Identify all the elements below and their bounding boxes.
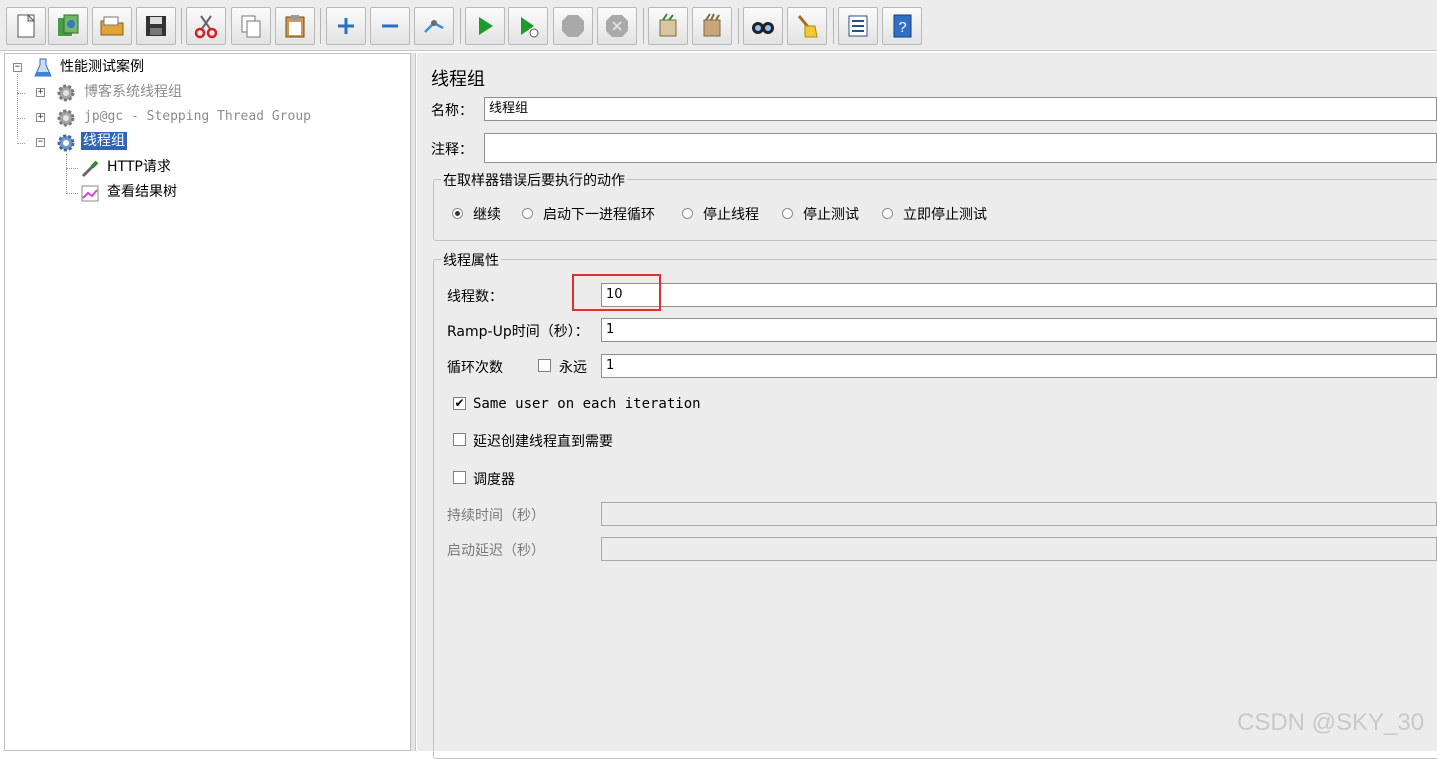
- save-icon[interactable]: [136, 7, 176, 45]
- watermark: CSDN @SKY_30: [1237, 709, 1425, 736]
- collapse-icon[interactable]: [370, 7, 410, 45]
- clear-all-icon[interactable]: [692, 7, 732, 45]
- comment-label: 注释：: [431, 142, 473, 158]
- sampler-error-group-title: 在取样器错误后要执行的动作: [441, 170, 627, 190]
- gear-icon: [57, 134, 75, 152]
- help-icon[interactable]: ?: [882, 7, 922, 45]
- sampler-pipette-icon: [81, 160, 99, 178]
- scheduler-checkbox[interactable]: [453, 471, 466, 484]
- radio-stop-test-now[interactable]: [882, 208, 893, 219]
- radio-stop-test[interactable]: [782, 208, 793, 219]
- startup-delay-label: 启动延迟（秒）: [447, 543, 545, 559]
- templates-icon[interactable]: [48, 7, 88, 45]
- start-icon[interactable]: [465, 7, 505, 45]
- loop-count-field[interactable]: 1: [601, 354, 1437, 378]
- cut-icon[interactable]: [186, 7, 226, 45]
- radio-continue-label: 继续: [473, 207, 501, 223]
- start-no-pauses-icon[interactable]: [508, 7, 548, 45]
- rampup-label: Ramp-Up时间（秒）：: [447, 324, 589, 340]
- gear-icon: [57, 84, 75, 102]
- comment-field[interactable]: [484, 133, 1437, 163]
- clear-icon[interactable]: [648, 7, 688, 45]
- shutdown-icon[interactable]: [597, 7, 637, 45]
- radio-stop-thread-label: 停止线程: [703, 207, 759, 223]
- name-label: 名称：: [431, 103, 473, 119]
- radio-start-next-loop[interactable]: [522, 208, 533, 219]
- radio-stop-thread[interactable]: [682, 208, 693, 219]
- toolbar: ?: [0, 0, 1437, 51]
- open-icon[interactable]: [92, 7, 132, 45]
- function-helper-icon[interactable]: [838, 7, 878, 45]
- tree-item-blog-thread-group[interactable]: 博客系统线程组: [84, 83, 182, 101]
- stop-icon[interactable]: [553, 7, 593, 45]
- tree-item-view-results-tree[interactable]: 查看结果树: [107, 183, 177, 201]
- scheduler-label: 调度器: [473, 472, 515, 488]
- test-plan-icon: [34, 58, 52, 77]
- tree-root-label[interactable]: 性能测试案例: [60, 58, 144, 76]
- delay-thread-creation-label: 延迟创建线程直到需要: [473, 434, 613, 450]
- name-field[interactable]: 线程组: [484, 97, 1437, 121]
- tree-item-http-request[interactable]: HTTP请求: [107, 158, 171, 176]
- expander-item-2[interactable]: +: [36, 113, 45, 122]
- startup-delay-field[interactable]: [601, 537, 1437, 561]
- threads-field[interactable]: 10: [601, 283, 1437, 307]
- radio-stop-test-now-label: 立即停止测试: [903, 207, 987, 223]
- forever-label: 永远: [559, 360, 587, 376]
- loop-count-label: 循环次数: [447, 360, 503, 376]
- search-icon[interactable]: [743, 7, 783, 45]
- reset-search-icon[interactable]: [787, 7, 827, 45]
- same-user-label: Same user on each iteration: [473, 396, 701, 412]
- forever-checkbox[interactable]: [538, 359, 551, 372]
- panel-title: 线程组: [431, 69, 485, 90]
- test-plan-tree[interactable]: − 性能测试案例 + 博客系统线程组 + jp@gc - Stepping Th…: [4, 53, 411, 751]
- expand-icon[interactable]: [326, 7, 366, 45]
- duration-field[interactable]: [601, 502, 1437, 526]
- tree-item-thread-group[interactable]: 线程组: [81, 132, 127, 150]
- paste-icon[interactable]: [275, 7, 315, 45]
- copy-icon[interactable]: [231, 7, 271, 45]
- toggle-icon[interactable]: [414, 7, 454, 45]
- duration-label: 持续时间（秒）: [447, 508, 545, 524]
- listener-chart-icon: [81, 185, 99, 202]
- rampup-field[interactable]: 1: [601, 318, 1437, 342]
- tree-item-stepping-thread-group[interactable]: jp@gc - Stepping Thread Group: [84, 108, 311, 126]
- thread-group-panel: 线程组 名称： 线程组 注释： 在取样器错误后要执行的动作 继续 启动下一进程循…: [417, 53, 1437, 759]
- thread-properties-group-title: 线程属性: [441, 250, 501, 270]
- split-pane-divider[interactable]: [411, 53, 416, 751]
- expander-root[interactable]: −: [13, 63, 22, 72]
- annotation-highlight-box: [572, 274, 661, 311]
- expander-item-3[interactable]: −: [36, 138, 45, 147]
- delay-thread-creation-checkbox[interactable]: [453, 433, 466, 446]
- svg-text:?: ?: [898, 19, 906, 36]
- same-user-checkbox[interactable]: ✔: [453, 397, 466, 410]
- radio-start-next-loop-label: 启动下一进程循环: [543, 207, 655, 223]
- new-icon[interactable]: [6, 7, 46, 45]
- radio-continue[interactable]: [452, 208, 463, 219]
- gear-icon: [57, 109, 75, 127]
- radio-stop-test-label: 停止测试: [803, 207, 859, 223]
- threads-label: 线程数：: [447, 289, 503, 305]
- expander-item-1[interactable]: +: [36, 88, 45, 97]
